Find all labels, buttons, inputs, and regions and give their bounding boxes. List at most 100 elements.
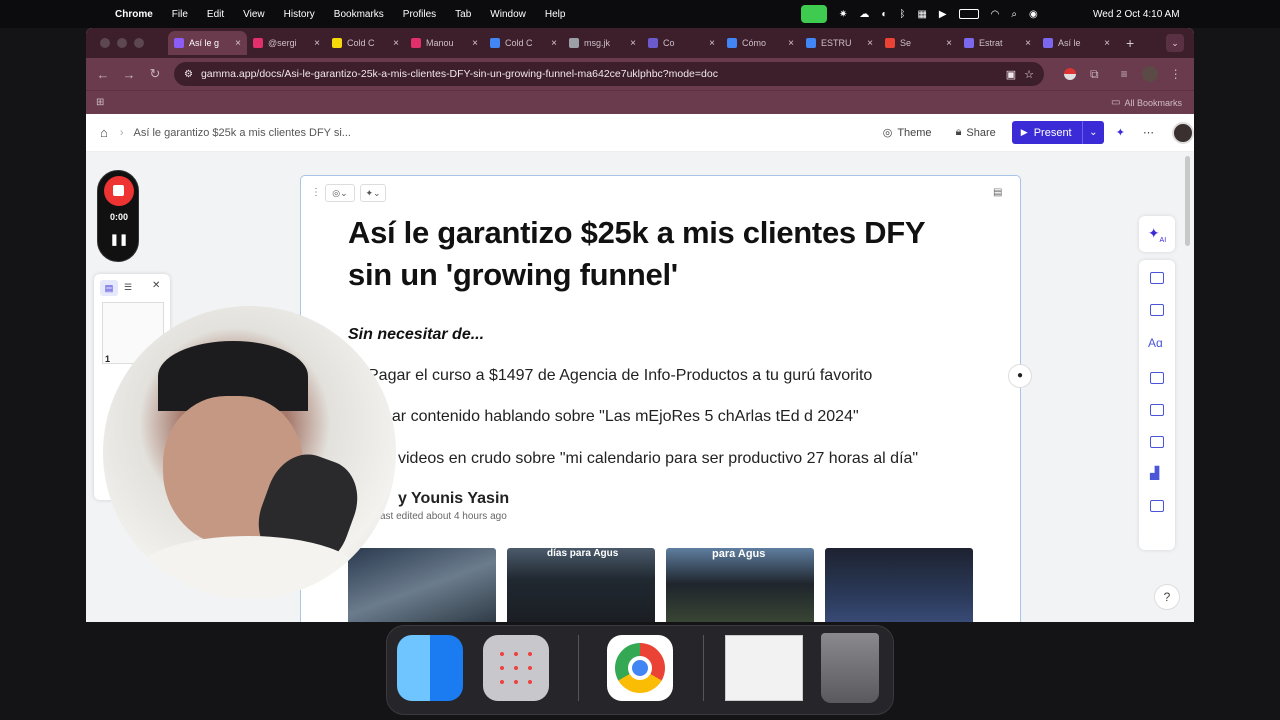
tab[interactable]: Manou × (405, 31, 484, 55)
profile-avatar[interactable] (1141, 66, 1158, 82)
launchpad-icon[interactable] (483, 635, 549, 701)
form-icon[interactable] (1150, 500, 1164, 512)
close-tab-icon[interactable]: × (314, 38, 320, 49)
close-tab-icon[interactable]: × (788, 38, 794, 49)
zoom-window-button[interactable] (134, 38, 144, 48)
close-tab-icon[interactable]: × (630, 38, 636, 49)
image-thumbnail[interactable]: días para Agus (507, 548, 655, 622)
card-notes-icon[interactable]: ▤ (993, 187, 1002, 198)
forward-icon[interactable]: → (116, 67, 142, 82)
tab[interactable]: Co × (642, 31, 721, 55)
recent-window-thumbnail[interactable] (725, 635, 803, 701)
menu-help[interactable]: Help (545, 9, 566, 20)
theme-button[interactable]: ◎ Theme (883, 126, 932, 140)
bullet-item[interactable]: Pagar el curso a $1497 de Agencia de Inf… (368, 367, 872, 385)
bookmark-star-icon[interactable]: ☆ (1024, 68, 1034, 81)
close-tab-icon[interactable]: × (1104, 38, 1110, 49)
doc-subtitle[interactable]: Sin necesitar de... (348, 326, 484, 344)
tab[interactable]: Se × (879, 31, 958, 55)
address-bar[interactable]: ⚙ gamma.app/docs/Asi-le-garantizo-25k-a-… (174, 62, 1044, 86)
close-tab-icon[interactable]: × (472, 38, 478, 49)
cloud-icon[interactable]: ☁ (859, 9, 869, 20)
site-info-icon[interactable]: ⚙ (184, 69, 193, 80)
sync-icon[interactable]: ◐ (881, 9, 887, 20)
pause-icon[interactable]: ❚❚ (98, 233, 140, 246)
image-thumbnail[interactable] (825, 548, 973, 622)
close-tab-icon[interactable]: × (867, 38, 873, 49)
help-button[interactable]: ? (1154, 584, 1180, 610)
card-style-icon[interactable]: ◎⌄ (325, 184, 355, 202)
close-tab-icon[interactable]: × (946, 38, 952, 49)
tab[interactable]: Así le × (1037, 31, 1116, 55)
all-bookmarks-link[interactable]: All Bookmarks (1124, 98, 1182, 108)
minimize-window-button[interactable] (117, 38, 127, 48)
drag-handle-icon[interactable]: ⋮ (311, 187, 321, 198)
menu-view[interactable]: View (243, 9, 265, 20)
list-view-icon[interactable]: ☰ (124, 282, 132, 293)
chart-icon[interactable]: ▟ (1150, 466, 1159, 480)
share-button[interactable]: 🔒︎ Share (956, 126, 996, 139)
keyboard-icon[interactable]: ▦ (917, 9, 926, 20)
comment-icon[interactable]: ● (1008, 364, 1032, 388)
finder-icon[interactable] (397, 635, 463, 701)
card-ai-icon[interactable]: ✦⌄ (360, 184, 386, 202)
home-icon[interactable]: ⌂ (100, 125, 108, 140)
extensions-icon[interactable]: ⧉ (1090, 67, 1099, 82)
tab[interactable]: Cold C × (326, 31, 405, 55)
user-avatar[interactable] (1172, 121, 1194, 144)
tab[interactable]: msg.jk × (563, 31, 642, 55)
install-app-icon[interactable]: ▣ (1006, 68, 1016, 81)
bullet-item[interactable]: videos en crudo sobre "mi calendario par… (398, 450, 918, 468)
scrollbar[interactable] (1185, 156, 1190, 246)
stop-recording-button[interactable] (104, 176, 134, 206)
search-icon[interactable]: ⌕ (1011, 9, 1017, 20)
wifi-icon[interactable]: ◠ (991, 9, 1000, 20)
embed-icon[interactable] (1150, 436, 1164, 448)
tab[interactable]: Así le g × (168, 31, 247, 55)
close-tab-icon[interactable]: × (551, 38, 557, 49)
ai-sparkle-icon[interactable]: ✦ (1116, 126, 1125, 139)
close-icon[interactable]: ✕ (152, 280, 160, 291)
reading-list-icon[interactable]: ≡ (1121, 67, 1128, 81)
video-icon[interactable] (1150, 404, 1164, 416)
bullet-item[interactable]: ear contenido hablando sobre "Las mEjoRe… (383, 408, 859, 426)
close-tab-icon[interactable]: × (709, 38, 715, 49)
present-dropdown-icon[interactable]: ⌄ (1081, 121, 1104, 144)
tab[interactable]: Cold C × (484, 31, 563, 55)
image-thumbnail[interactable]: para Agus (666, 548, 814, 622)
tab-search-icon[interactable]: ⌄ (1166, 34, 1184, 52)
webcam-bubble[interactable] (103, 306, 396, 599)
clock[interactable]: Wed 2 Oct 4:10 AM (1093, 0, 1180, 28)
more-options-icon[interactable]: ⋯ (1143, 126, 1154, 139)
ai-assistant-button[interactable]: ✦AI (1139, 216, 1175, 252)
breadcrumb[interactable]: Así le garantizo $25k a mis clientes DFY… (134, 127, 351, 139)
bluetooth-icon[interactable]: ᛒ (899, 9, 905, 20)
close-tab-icon[interactable]: × (393, 38, 399, 49)
trash-icon[interactable] (821, 633, 879, 703)
apps-grid-icon[interactable]: ⊞ (96, 97, 104, 108)
menu-app-name[interactable]: Chrome (115, 9, 153, 20)
brightness-icon[interactable]: ✷ (839, 9, 847, 20)
menu-file[interactable]: File (172, 9, 188, 20)
reload-icon[interactable]: ↻ (142, 66, 168, 82)
new-tab-icon[interactable]: + (1126, 35, 1134, 51)
chrome-dock-icon[interactable] (607, 635, 673, 701)
doc-title[interactable]: Así le garantizo $25k a mis clientes DFY… (348, 212, 968, 296)
layout-icon[interactable] (1150, 304, 1164, 316)
thumbnails-view-icon[interactable]: ▤ (100, 280, 118, 296)
menu-bookmarks[interactable]: Bookmarks (334, 9, 384, 20)
menu-profiles[interactable]: Profiles (403, 9, 436, 20)
play-icon[interactable]: ▶ (939, 9, 947, 20)
tab[interactable]: @sergi × (247, 31, 326, 55)
tab[interactable]: Cómo × (721, 31, 800, 55)
back-icon[interactable]: ← (90, 67, 116, 82)
image-thumbnail[interactable] (348, 548, 496, 622)
menu-window[interactable]: Window (490, 9, 526, 20)
card-templates-icon[interactable] (1150, 272, 1164, 284)
tab[interactable]: Estrat × (958, 31, 1037, 55)
close-tab-icon[interactable]: × (235, 38, 241, 49)
extension-pokeball-icon[interactable] (1064, 68, 1076, 80)
tab[interactable]: ESTRU × (800, 31, 879, 55)
present-button[interactable]: ▶ Present ⌄ (1011, 121, 1104, 144)
battery-icon[interactable] (958, 9, 979, 19)
